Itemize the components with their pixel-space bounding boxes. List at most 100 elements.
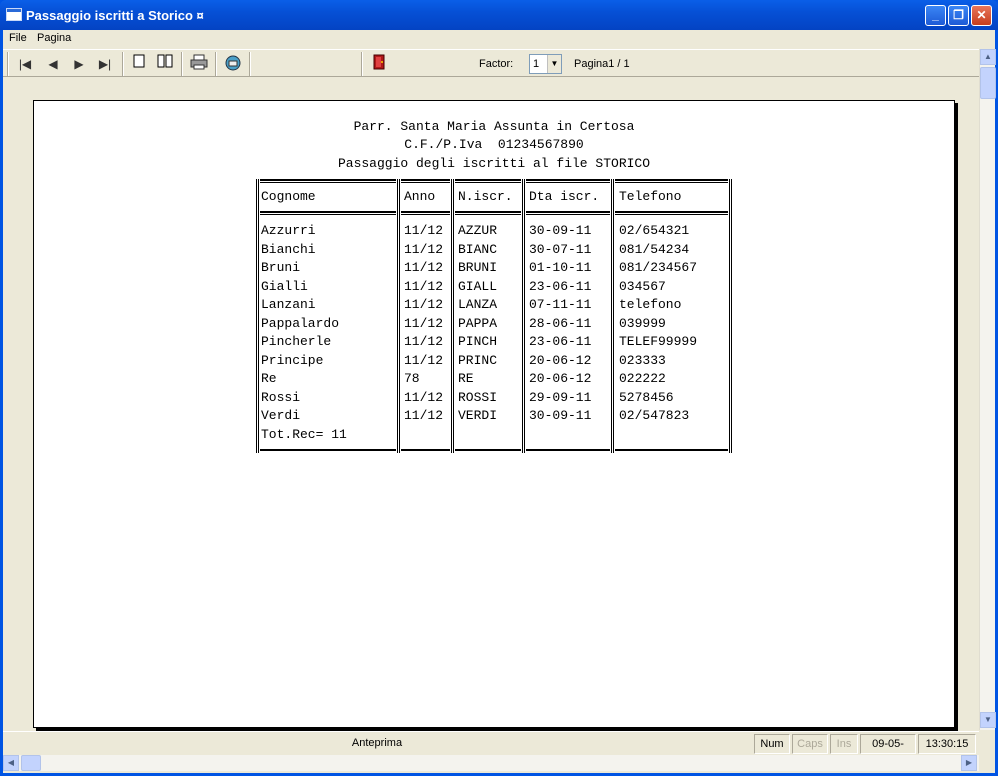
- status-time: 13:30:15: [918, 734, 976, 754]
- table-rule: [260, 179, 396, 183]
- table-cell-telefono: 081/54234: [619, 241, 690, 257]
- horizontal-scrollbar[interactable]: ◀ ▶: [3, 755, 979, 771]
- factor-select[interactable]: 1 ▼: [529, 54, 562, 74]
- report-page: Parr. Santa Maria Assunta in Certosa C.F…: [33, 100, 955, 728]
- vertical-scrollbar[interactable]: ▲ ▼: [979, 49, 996, 730]
- table-cell-anno: 11/12: [404, 315, 444, 331]
- table-cell-dta-iscr: 29-09-11: [529, 389, 592, 405]
- table-rule: [401, 449, 450, 451]
- status-date: 09-05-2016: [860, 734, 916, 754]
- title-bar[interactable]: Passaggio iscritti a Storico ¤ _ ❐ ✕: [0, 0, 998, 30]
- horizontal-scroll-thumb[interactable]: [21, 755, 41, 771]
- table-rule: [260, 449, 396, 451]
- toolbar-separator: [181, 52, 183, 76]
- table-cell-n-iscr: LANZA: [458, 297, 498, 312]
- setup-icon[interactable]: [223, 54, 243, 74]
- table-border: [397, 179, 400, 453]
- table-cell-dta-iscr: 23-06-11: [529, 278, 592, 294]
- first-page-icon[interactable]: |◀: [15, 54, 35, 74]
- app-icon[interactable]: [6, 8, 22, 21]
- two-page-icon[interactable]: [155, 54, 175, 74]
- report-title: Passaggio degli iscritti al file STORICO: [337, 156, 651, 171]
- table-cell-telefono: 039999: [619, 315, 666, 331]
- exit-door-icon[interactable]: [369, 54, 389, 74]
- single-page-icon[interactable]: [129, 54, 149, 74]
- scroll-up-icon[interactable]: ▲: [980, 49, 996, 65]
- scroll-left-icon[interactable]: ◀: [3, 755, 19, 771]
- table-rule: [260, 211, 396, 215]
- table-rule: [455, 179, 521, 183]
- toolbar-separator: [122, 52, 124, 76]
- maximize-button[interactable]: ❐: [948, 5, 969, 26]
- table-cell-telefono: 02/547823: [619, 408, 690, 423]
- table-cell-anno: 11/12: [404, 260, 444, 275]
- scrollbar-corner: [979, 755, 995, 771]
- table-cell-n-iscr: PRINC: [458, 352, 498, 368]
- menu-bar: File Pagina: [3, 30, 995, 48]
- table-cell-telefono: 023333: [619, 352, 666, 368]
- table-border: [256, 179, 259, 453]
- toolbar-separator: [249, 52, 251, 76]
- table-rule: [455, 211, 521, 215]
- column-header-dta-iscr: Dta iscr.: [529, 189, 600, 204]
- table-rule: [615, 179, 728, 183]
- print-icon[interactable]: [189, 54, 209, 74]
- table-cell-n-iscr: BIANC: [458, 241, 498, 257]
- factor-label: Factor:: [479, 58, 514, 70]
- window-title: Passaggio iscritti a Storico ¤: [26, 8, 204, 23]
- factor-value: 1: [533, 58, 540, 70]
- table-cell-cognome: Bianchi: [261, 241, 316, 257]
- status-num: Num: [754, 734, 790, 754]
- table-cell-anno: 78: [404, 371, 420, 386]
- menu-pagina[interactable]: Pagina: [37, 32, 71, 44]
- next-page-icon[interactable]: ▶: [69, 54, 89, 74]
- minimize-button[interactable]: _: [925, 5, 946, 26]
- column-header-anno: Anno: [404, 189, 436, 204]
- last-page-icon[interactable]: ▶|: [95, 54, 115, 74]
- scroll-down-icon[interactable]: ▼: [980, 712, 996, 728]
- table-border: [729, 179, 732, 453]
- status-caps: Caps: [792, 734, 828, 754]
- vertical-scroll-thumb[interactable]: [980, 67, 996, 99]
- table-cell-telefono: 081/234567: [619, 260, 698, 275]
- table-cell-telefono: telefono: [619, 297, 682, 312]
- table-cell-n-iscr: AZZUR: [458, 223, 498, 238]
- close-button[interactable]: ✕: [971, 5, 992, 26]
- table-cell-cognome: Verdi: [261, 408, 301, 423]
- column-header-cognome: Cognome: [261, 189, 316, 204]
- table-cell-anno: 11/12: [404, 334, 444, 349]
- prev-page-icon[interactable]: ◀: [43, 54, 63, 74]
- table-cell-anno: 11/12: [404, 352, 444, 368]
- table-border: [611, 179, 614, 453]
- table-cell-n-iscr: GIALL: [458, 278, 498, 294]
- table-rule: [526, 179, 610, 183]
- table-cell-cognome: Azzurri: [261, 223, 316, 238]
- table-cell-cognome: Lanzani: [261, 297, 316, 312]
- chevron-down-icon[interactable]: ▼: [547, 55, 561, 73]
- table-cell-anno: 11/12: [404, 278, 444, 294]
- report-org-name: Parr. Santa Maria Assunta in Certosa: [353, 119, 635, 134]
- table-cell-telefono: 02/654321: [619, 223, 690, 238]
- page-indicator: Pagina1 / 1: [574, 58, 630, 70]
- table-rule: [401, 211, 450, 215]
- table-rule: [615, 449, 728, 451]
- table-cell-anno: 11/12: [404, 241, 444, 257]
- menu-file[interactable]: File: [9, 32, 27, 44]
- table-rule: [526, 211, 610, 215]
- report-table: Cognome Anno N.iscr. Dta iscr. Telefono …: [256, 179, 732, 453]
- table-rule: [401, 179, 450, 183]
- table-cell-n-iscr: PAPPA: [458, 315, 498, 331]
- table-cell-anno: 11/12: [404, 297, 444, 312]
- preview-area: Parr. Santa Maria Assunta in Certosa C.F…: [3, 78, 979, 730]
- toolbar-grip: [7, 52, 9, 76]
- table-rule: [455, 449, 521, 451]
- table-cell-anno: 11/12: [404, 223, 444, 238]
- table-cell-dta-iscr: 30-09-11: [529, 223, 592, 238]
- table-cell-dta-iscr: 30-07-11: [529, 241, 592, 257]
- scroll-right-icon[interactable]: ▶: [961, 755, 977, 771]
- toolbar-separator: [361, 52, 363, 76]
- table-border: [522, 179, 525, 453]
- total-records: Tot.Rec= 11: [261, 427, 347, 442]
- table-cell-n-iscr: VERDI: [458, 408, 498, 423]
- table-cell-dta-iscr: 07-11-11: [529, 297, 592, 312]
